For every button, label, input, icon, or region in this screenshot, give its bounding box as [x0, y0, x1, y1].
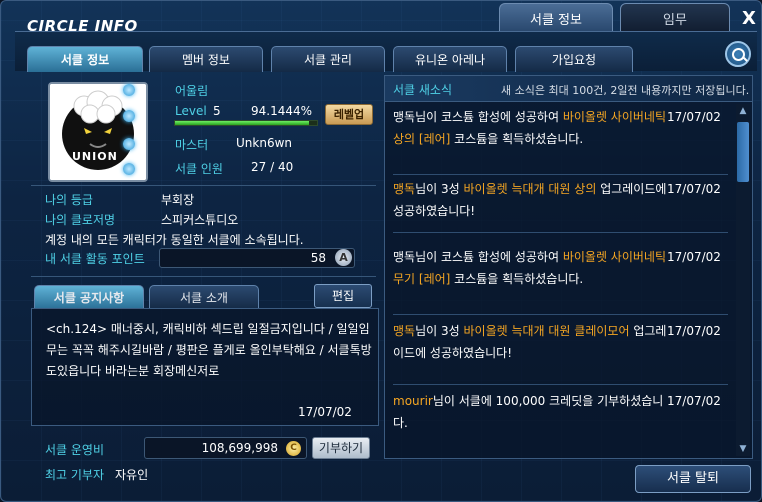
- news-text: 맹독님이 코스튬 합성에 성공하여: [393, 110, 563, 124]
- level-value: 5: [213, 104, 221, 118]
- levelup-button[interactable]: 레벨업: [325, 104, 373, 125]
- circle-name: 어울림: [175, 84, 209, 98]
- tab-circle-info-top[interactable]: 서클 정보: [499, 3, 613, 33]
- level-label: Level: [175, 104, 207, 118]
- scroll-down-icon[interactable]: ▼: [736, 442, 750, 456]
- news-scrollbar[interactable]: ▲ ▼: [736, 104, 750, 456]
- tab-circle-intro[interactable]: 서클 소개: [149, 285, 259, 309]
- tab-member-info[interactable]: 멤버 정보: [149, 46, 263, 72]
- circle-membership-note: 계정 내의 모든 캐릭터가 동일한 서클에 소속됩니다.: [45, 233, 304, 247]
- credit-coin-icon: C: [286, 441, 301, 456]
- scroll-thumb[interactable]: [737, 122, 749, 182]
- news-date: 17/07/02: [667, 394, 721, 408]
- news-highlight: 바이올렛 늑대개 대원 상의: [463, 182, 597, 196]
- tab-circle-notice[interactable]: 서클 공지사항: [34, 285, 144, 309]
- news-divider: [393, 232, 728, 233]
- edit-button[interactable]: 편집: [314, 284, 372, 308]
- notice-panel: <ch.124> 매너중시, 캐릭비하 섹드립 일절금지입니다 / 일일임무는 …: [31, 308, 379, 426]
- news-highlight: 맹독: [393, 182, 416, 196]
- sub-tab-bar: 서클 정보 멤버 정보 서클 관리 유니온 아레나 가입요청: [15, 31, 757, 72]
- news-retention-note: 새 소식은 최대 100건, 2일전 내용까지만 저장됩니다.: [501, 84, 750, 97]
- leave-circle-button[interactable]: 서클 탈퇴: [635, 465, 751, 493]
- master-name: Unkn6wn: [236, 136, 292, 150]
- tab-circle-info[interactable]: 서클 정보: [27, 46, 143, 72]
- news-divider: [393, 314, 728, 315]
- donate-button[interactable]: 기부하기: [312, 437, 370, 459]
- news-item: 맹독님이 3성 바이올렛 늑대개 대원 상의 업그레이드에 성공하였습니다!: [393, 178, 673, 222]
- top-donor-label: 최고 기부자: [45, 468, 105, 482]
- news-text: 님이 3성: [415, 324, 464, 338]
- bullet-icon: [123, 84, 135, 96]
- my-title-label: 나의 클로저명: [45, 213, 116, 227]
- divider: [31, 276, 376, 277]
- news-item: mourir님이 서클에 100,000 크레딧을 기부하셨습니다.: [393, 390, 673, 434]
- divider: [31, 185, 376, 186]
- funds-value: 108,699,998: [201, 441, 278, 455]
- bullet-icon: [123, 110, 135, 122]
- funds-field: 108,699,998: [144, 437, 307, 459]
- news-text: 님이 3성: [415, 182, 464, 196]
- tab-union-arena[interactable]: 유니온 아레나: [393, 46, 507, 72]
- my-grade: 부회장: [161, 193, 195, 207]
- my-grade-label: 나의 등급: [45, 193, 93, 207]
- news-date: 17/07/02: [667, 250, 721, 264]
- news-header: 서클 새소식 새 소식은 최대 100건, 2일전 내용까지만 저장됩니다.: [385, 76, 752, 102]
- tab-circle-manage[interactable]: 서클 관리: [271, 46, 385, 72]
- news-divider: [393, 384, 728, 385]
- news-item: 맹독님이 코스튬 합성에 성공하여 바이올렛 사이버네틱 무기 [레어] 코스튬…: [393, 246, 673, 290]
- scroll-up-icon[interactable]: ▲: [736, 104, 750, 118]
- news-text: 코스튬을 획득하셨습니다.: [450, 272, 584, 286]
- search-icon[interactable]: [725, 41, 751, 67]
- news-highlight: 바이올렛 늑대개 대원 클레이모어: [463, 324, 630, 338]
- news-text: 코스튬을 획득하셨습니다.: [450, 132, 584, 146]
- news-highlight: mourir: [393, 394, 433, 408]
- level-progress-fill: [175, 121, 309, 125]
- news-date: 17/07/02: [667, 324, 721, 338]
- level-percent: 94.1444%: [251, 104, 313, 118]
- news-title: 서클 새소식: [393, 83, 453, 97]
- level-progress-bar: [174, 120, 318, 126]
- activity-points-label: 내 서클 활동 포인트: [45, 252, 145, 266]
- news-item: 맹독님이 3성 바이올렛 늑대개 대원 클레이모어 업그레이드에 성공하였습니다…: [393, 320, 673, 364]
- master-label: 마스터: [175, 138, 209, 152]
- news-text: 맹독님이 코스튬 합성에 성공하여: [393, 250, 563, 264]
- circle-info-window: CIRCLE INFO 서클 정보 임무 X 서클 정보 멤버 정보 서클 관리…: [0, 0, 762, 502]
- news-date: 17/07/02: [667, 182, 721, 196]
- notice-text: <ch.124> 매너중시, 캐릭비하 섹드립 일절금지입니다 / 일일임무는 …: [46, 322, 372, 378]
- my-title: 스피커스튜디오: [161, 213, 239, 227]
- notice-date: 17/07/02: [298, 405, 352, 419]
- tab-mission[interactable]: 임무: [620, 3, 730, 33]
- news-text: 님이 서클에 100,000 크레딧을 기부하셨습니다.: [393, 394, 664, 430]
- activity-points-value: 58: [310, 251, 326, 265]
- logo-text: UNION: [72, 150, 118, 163]
- bullet-icon: [123, 138, 135, 150]
- top-donor: 자유인: [115, 468, 149, 482]
- circle-news-panel: 서클 새소식 새 소식은 최대 100건, 2일전 내용까지만 저장됩니다. 맹…: [384, 75, 753, 459]
- bullet-icon: [123, 163, 135, 175]
- tab-join-requests[interactable]: 가입요청: [515, 46, 633, 72]
- activity-points-field: 58: [159, 248, 355, 268]
- news-divider: [393, 174, 728, 175]
- news-highlight: 맹독: [393, 324, 416, 338]
- news-item: 맹독님이 코스튬 합성에 성공하여 바이올렛 사이버네틱 상의 [레어] 코스튬…: [393, 106, 673, 150]
- members-count: 27 / 40: [251, 160, 294, 174]
- news-date: 17/07/02: [667, 110, 721, 124]
- points-icon: A: [335, 249, 352, 266]
- close-icon[interactable]: X: [739, 9, 759, 29]
- funds-label: 서클 운영비: [45, 443, 105, 457]
- members-label: 서클 인원: [175, 162, 223, 176]
